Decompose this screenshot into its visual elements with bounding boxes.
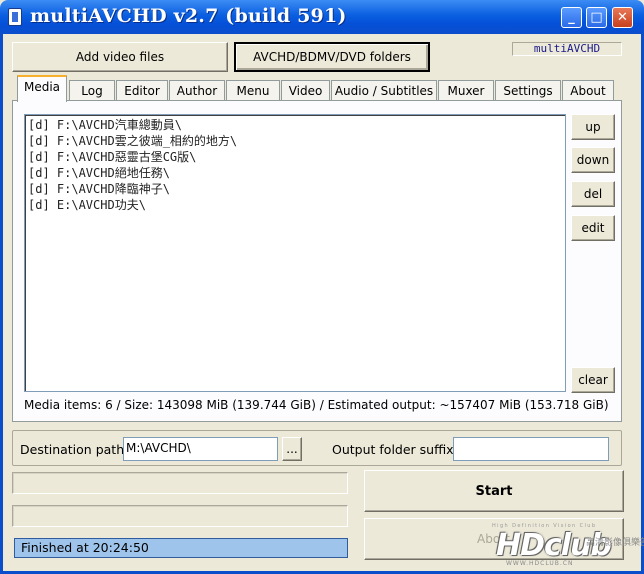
- tab-author[interactable]: Author: [169, 80, 225, 101]
- list-item[interactable]: [d] F:\AVCHD惡靈古堡CG版\: [28, 149, 565, 165]
- tab-menu[interactable]: Menu: [226, 80, 280, 101]
- watermark-url: WWW.HDCLUB.CN: [506, 560, 574, 567]
- tab-editor[interactable]: Editor: [116, 80, 168, 101]
- minimize-button[interactable]: _: [561, 7, 582, 28]
- list-item[interactable]: [d] E:\AVCHD功夫\: [28, 197, 565, 213]
- tab-audio-subtitles[interactable]: Audio / Subtitles: [331, 80, 437, 101]
- version-label: multiAVCHD: [512, 42, 622, 56]
- watermark-chinese-text: 高清影像俱樂部: [586, 538, 644, 548]
- destination-path-input[interactable]: M:\AVCHD\: [123, 437, 278, 461]
- clear-button[interactable]: clear: [571, 367, 615, 393]
- tab-log[interactable]: Log: [69, 80, 115, 101]
- window-title: multiAVCHD v2.7 (build 591): [30, 5, 347, 27]
- progress-bar-1: [12, 472, 348, 494]
- list-item[interactable]: [d] F:\AVCHD汽車總動員\: [28, 117, 565, 133]
- up-button[interactable]: up: [571, 114, 615, 140]
- down-button[interactable]: down: [571, 147, 615, 173]
- tab-muxer[interactable]: Muxer: [438, 80, 494, 101]
- list-item[interactable]: [d] F:\AVCHD雲之彼端_相約的地方\: [28, 133, 565, 149]
- window-frame-left: [0, 34, 3, 574]
- tab-video[interactable]: Video: [281, 80, 330, 101]
- start-button[interactable]: Start: [364, 470, 624, 512]
- maximize-button[interactable]: □: [586, 7, 607, 28]
- list-item[interactable]: [d] F:\AVCHD絕地任務\: [28, 165, 565, 181]
- add-video-files-button[interactable]: Add video files: [12, 42, 228, 72]
- status-bar: Finished at 20:24:50: [14, 538, 348, 558]
- list-item[interactable]: [d] F:\AVCHD降臨神子\: [28, 181, 565, 197]
- edit-button[interactable]: edit: [571, 215, 615, 241]
- tab-settings[interactable]: Settings: [495, 80, 561, 101]
- output-folder-suffix-input[interactable]: [453, 437, 609, 461]
- delete-button[interactable]: del: [571, 181, 615, 207]
- app-icon[interactable]: [8, 8, 22, 26]
- browse-button[interactable]: ...: [282, 437, 302, 461]
- media-list[interactable]: [d] F:\AVCHD汽車總動員\ [d] F:\AVCHD雲之彼端_相約的地…: [24, 114, 566, 392]
- output-folder-suffix-label: Output folder suffix:: [332, 442, 458, 457]
- tab-media[interactable]: Media: [17, 75, 67, 102]
- media-summary-status: Media items: 6 / Size: 143098 MiB (139.7…: [24, 398, 614, 416]
- destination-path-label: Destination path:: [20, 442, 129, 457]
- avchd-folders-button[interactable]: AVCHD/BDMV/DVD folders: [234, 42, 430, 72]
- tab-about[interactable]: About: [562, 80, 614, 101]
- close-button[interactable]: ✕: [612, 7, 633, 28]
- progress-bar-2: [12, 505, 348, 527]
